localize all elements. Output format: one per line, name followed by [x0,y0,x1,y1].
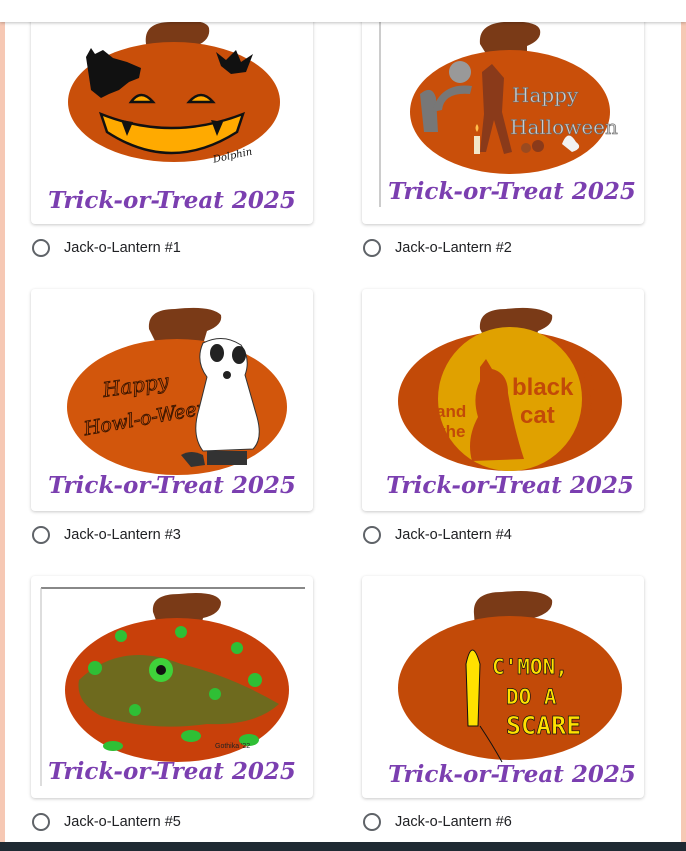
choice-1[interactable]: Jack-o-Lantern #1 [31,236,321,260]
pumpkin-image-2: Happy Halloween Trick-or-Treat 2025 [362,2,644,224]
option-2: Happy Halloween Trick-or-Treat 2025 Jack… [362,2,652,260]
choice-5[interactable]: Jack-o-Lantern #5 [31,810,321,834]
option-3: Happy Howl-o-Ween! Trick-or-Treat 2025 J… [31,289,321,547]
option-4: black cat and the lantern Trick-or-Treat… [362,289,652,547]
radio-button-3[interactable] [32,526,50,544]
choice-6[interactable]: Jack-o-Lantern #6 [362,810,652,834]
option-1: Dolphin Trick-or-Treat 2025 Jack-o-Lante… [31,2,321,260]
art-text-4-0: black [512,374,574,401]
option-6: C'MON, DO A SCARE Trick-or-Treat 2025 Ja… [362,576,652,834]
choice-label-2: Jack-o-Lantern #2 [395,240,512,256]
bottom-bar [0,842,686,851]
choice-2[interactable]: Jack-o-Lantern #2 [362,236,652,260]
pumpkin-image-1: Dolphin Trick-or-Treat 2025 [31,2,313,224]
art-text-6-1: DO A [506,685,557,709]
art-text-5-0: Gothika '22 [215,743,250,750]
art-text-4-3: the [440,422,466,441]
art-text-4-1: cat [520,402,555,429]
caption-3: Trick-or-Treat 2025 [48,472,296,499]
radio-button-1[interactable] [32,239,50,257]
choice-3[interactable]: Jack-o-Lantern #3 [31,523,321,547]
art-text-4-4: lantern [580,365,597,415]
choice-label-1: Jack-o-Lantern #1 [64,240,181,256]
choice-label-4: Jack-o-Lantern #4 [395,527,512,543]
caption-5: Trick-or-Treat 2025 [48,758,296,785]
choice-4[interactable]: Jack-o-Lantern #4 [362,523,652,547]
choice-label-6: Jack-o-Lantern #6 [395,814,512,830]
art-text-6-2: SCARE [506,711,581,740]
top-bar [0,0,686,22]
caption-4: Trick-or-Treat 2025 [386,472,634,499]
radio-button-4[interactable] [363,526,381,544]
pumpkin-image-5: Gothika '22 Trick-or-Treat 2025 [31,576,313,798]
art-text-4-2: and [436,402,466,421]
caption-6: Trick-or-Treat 2025 [388,761,636,788]
caption-2: Trick-or-Treat 2025 [388,178,636,205]
choice-label-3: Jack-o-Lantern #3 [64,527,181,543]
radio-button-2[interactable] [363,239,381,257]
art-text-2-1: Halloween [510,115,618,139]
radio-button-6[interactable] [363,813,381,831]
pumpkin-image-4: black cat and the lantern Trick-or-Treat… [362,289,644,511]
radio-button-5[interactable] [32,813,50,831]
option-5: Gothika '22 Trick-or-Treat 2025 Jack-o-L… [31,576,321,834]
pumpkin-image-3: Happy Howl-o-Ween! Trick-or-Treat 2025 [31,289,313,511]
choice-label-5: Jack-o-Lantern #5 [64,814,181,830]
art-text-2-0: Happy [512,83,579,107]
art-text-6-0: C'MON, [492,655,568,679]
form-sheet: Dolphin Trick-or-Treat 2025 Jack-o-Lante… [5,0,681,851]
pumpkin-image-6: C'MON, DO A SCARE Trick-or-Treat 2025 [362,576,644,798]
caption-1: Trick-or-Treat 2025 [48,187,296,214]
